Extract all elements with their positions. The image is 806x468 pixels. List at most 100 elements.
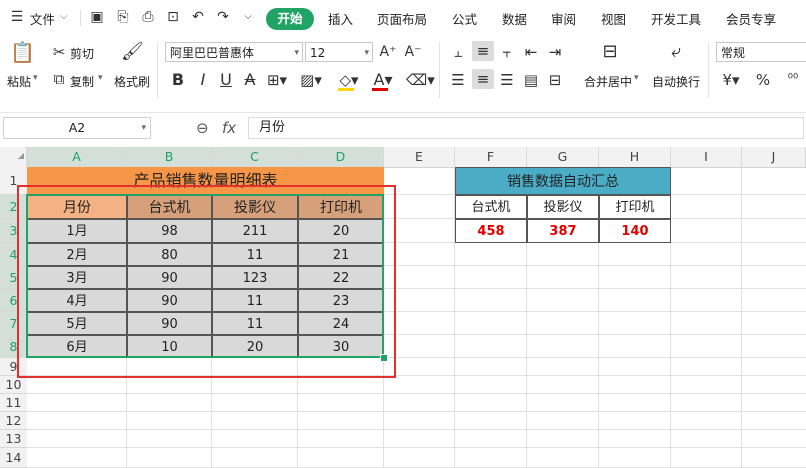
formula-input[interactable]: 月份	[248, 117, 804, 139]
function-icon[interactable]: fx	[222, 119, 236, 137]
table1-data-cell[interactable]: 23	[298, 289, 384, 312]
copy-icon[interactable]: ⧉	[50, 69, 68, 89]
table2-header-cell[interactable]: 打印机	[599, 195, 671, 219]
decrease-font-icon[interactable]: A⁻	[404, 42, 422, 62]
number-format-select[interactable]: 常规	[716, 42, 806, 62]
print-icon[interactable]: ⎙	[139, 8, 157, 26]
fill-pattern-icon[interactable]: ▨▾	[300, 70, 322, 90]
row-header-1[interactable]: 1	[0, 167, 27, 195]
customize-toolbar-icon[interactable]: ⌵	[239, 8, 257, 26]
decrease-indent-icon[interactable]: ⇤	[522, 42, 540, 62]
redo-icon[interactable]: ↷	[214, 8, 232, 26]
strikethrough-icon[interactable]: A	[242, 70, 258, 90]
column-header-a[interactable]: A	[27, 147, 127, 167]
increase-indent-icon[interactable]: ⇥	[546, 42, 564, 62]
align-middle-icon[interactable]: ≡	[472, 41, 494, 61]
chevron-down-icon[interactable]: ▾	[98, 73, 103, 83]
paste-icon[interactable]: 📋	[10, 42, 35, 62]
table1-data-cell[interactable]: 30	[298, 335, 384, 358]
justify-icon[interactable]: ▤	[522, 70, 540, 90]
tab-page-layout[interactable]: 页面布局	[377, 9, 427, 28]
undo-icon[interactable]: ↶	[189, 8, 207, 26]
row-header-14[interactable]: 14	[0, 448, 27, 468]
table1-data-cell[interactable]: 24	[298, 312, 384, 335]
table1-data-cell[interactable]: 21	[298, 243, 384, 266]
column-header-h[interactable]: H	[599, 147, 671, 167]
row-header-4[interactable]: 4	[0, 243, 27, 266]
table1-data-cell[interactable]: 11	[212, 289, 298, 312]
tab-developer[interactable]: 开发工具	[651, 9, 701, 28]
table1-data-cell[interactable]: 90	[127, 312, 212, 335]
table1-data-cell[interactable]: 1月	[27, 219, 127, 243]
font-color-icon[interactable]: A▾	[372, 70, 394, 90]
table1-header-cell[interactable]: 台式机	[127, 195, 212, 219]
table1-data-cell[interactable]: 11	[212, 312, 298, 335]
percent-icon[interactable]: %	[754, 70, 772, 90]
table1-data-cell[interactable]: 2月	[27, 243, 127, 266]
file-menu[interactable]: 文件	[30, 9, 55, 28]
column-header-g[interactable]: G	[527, 147, 599, 167]
font-name-select[interactable]: 阿里巴巴普惠体 ▾	[165, 42, 303, 62]
tab-formulas[interactable]: 公式	[452, 9, 477, 28]
column-header-d[interactable]: D	[298, 147, 384, 167]
cut-button[interactable]: 剪切	[70, 45, 94, 62]
decimal-icon[interactable]: ⁰⁰	[782, 70, 804, 90]
row-header-6[interactable]: 6	[0, 289, 27, 312]
zoom-formula-icon[interactable]: ⊖	[196, 119, 209, 137]
tab-insert[interactable]: 插入	[328, 9, 353, 28]
export-pdf-icon[interactable]: ⎘	[114, 8, 132, 26]
fill-handle[interactable]	[380, 354, 388, 362]
wrap-text-icon[interactable]: ⤶	[664, 42, 688, 62]
name-box[interactable]: A2 ▾	[3, 117, 151, 139]
column-header-c[interactable]: C	[212, 147, 298, 167]
table2-total-cell[interactable]: 387	[527, 219, 599, 243]
align-top-icon[interactable]: ⫠	[449, 42, 467, 62]
table2-header-cell[interactable]: 台式机	[455, 195, 527, 219]
table2-header-cell[interactable]: 投影仪	[527, 195, 599, 219]
align-left-icon[interactable]: ☰	[449, 70, 467, 90]
font-size-select[interactable]: 12 ▾	[305, 42, 373, 62]
table2-total-cell[interactable]: 458	[455, 219, 527, 243]
save-icon[interactable]: ▣	[88, 8, 106, 26]
table1-data-cell[interactable]: 123	[212, 266, 298, 289]
table2-total-cell[interactable]: 140	[599, 219, 671, 243]
align-center-icon[interactable]: ≡	[472, 69, 494, 89]
align-bottom-icon[interactable]: ⫟	[498, 42, 516, 62]
chevron-down-icon[interactable]: ▾	[33, 73, 38, 83]
tab-start[interactable]: 开始	[266, 8, 314, 30]
column-header-i[interactable]: I	[671, 147, 742, 167]
table1-header-cell[interactable]: 打印机	[298, 195, 384, 219]
column-header-b[interactable]: B	[127, 147, 212, 167]
table1-data-cell[interactable]: 3月	[27, 266, 127, 289]
row-header-11[interactable]: 11	[0, 394, 27, 412]
table1-header-cell[interactable]: 月份	[27, 195, 127, 219]
row-header-3[interactable]: 3	[0, 219, 27, 243]
tab-view[interactable]: 视图	[601, 9, 626, 28]
table1-data-cell[interactable]: 4月	[27, 289, 127, 312]
print-preview-icon[interactable]: ⊡	[164, 8, 182, 26]
table1-data-cell[interactable]: 80	[127, 243, 212, 266]
table1-data-cell[interactable]: 90	[127, 289, 212, 312]
row-header-10[interactable]: 10	[0, 376, 27, 394]
distributed-icon[interactable]: ⊟	[546, 70, 564, 90]
merge-center-icon[interactable]: ⊟	[598, 42, 622, 62]
increase-font-icon[interactable]: A⁺	[379, 42, 397, 62]
tab-data[interactable]: 数据	[502, 9, 527, 28]
table1-data-cell[interactable]: 10	[127, 335, 212, 358]
table1-data-cell[interactable]: 211	[212, 219, 298, 243]
tab-review[interactable]: 审阅	[551, 9, 576, 28]
align-right-icon[interactable]: ☰	[498, 70, 516, 90]
row-header-13[interactable]: 13	[0, 430, 27, 448]
table1-data-cell[interactable]: 20	[212, 335, 298, 358]
hamburger-menu-icon[interactable]: ☰	[8, 8, 26, 26]
table1-data-cell[interactable]: 5月	[27, 312, 127, 335]
clear-format-icon[interactable]: ⌫▾	[406, 70, 435, 90]
select-all-corner[interactable]: ◢	[0, 147, 27, 167]
format-painter-icon[interactable]: 🖌	[121, 42, 144, 62]
column-header-f[interactable]: F	[455, 147, 527, 167]
tab-member[interactable]: 会员专享	[726, 9, 776, 28]
table1-data-cell[interactable]: 90	[127, 266, 212, 289]
row-header-5[interactable]: 5	[0, 266, 27, 289]
table1-data-cell[interactable]: 11	[212, 243, 298, 266]
table1-header-cell[interactable]: 投影仪	[212, 195, 298, 219]
